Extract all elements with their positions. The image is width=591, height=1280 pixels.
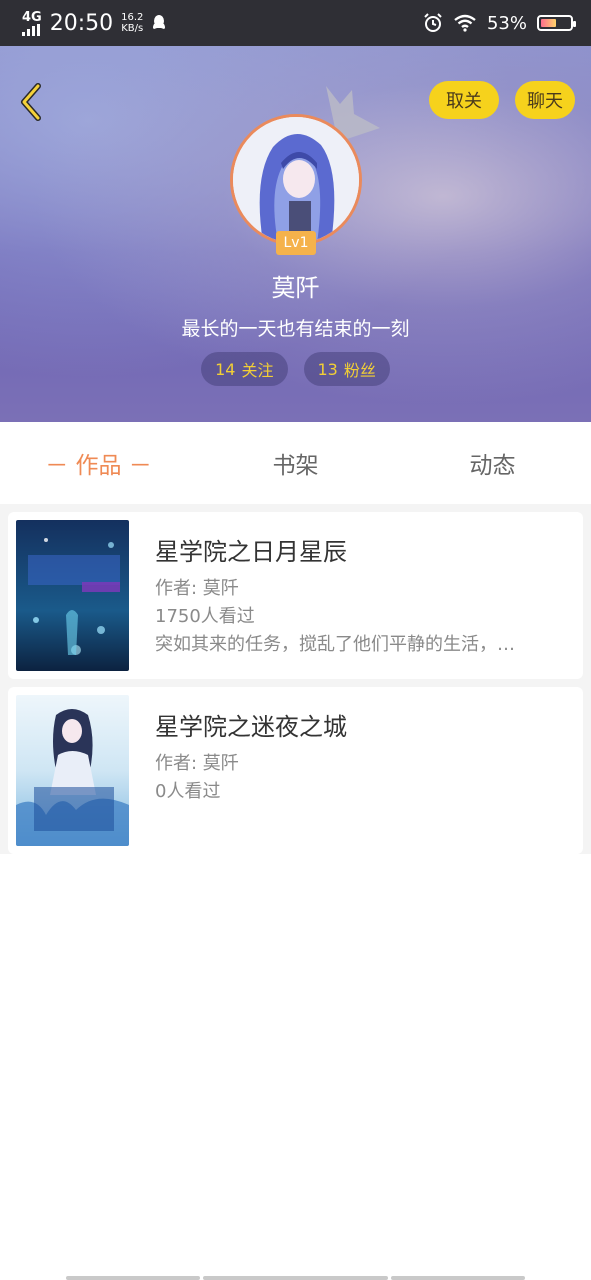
works-list: 星学院之日月星辰 作者: 莫阡 1750人看过 突如其来的任务，搅乱了他们平静的… xyxy=(0,504,591,854)
status-left: 4G 20:50 16.2 KB/s xyxy=(22,11,167,36)
book-info: 星学院之日月星辰 作者: 莫阡 1750人看过 突如其来的任务，搅乱了他们平静的… xyxy=(155,532,561,659)
list-item[interactable]: 星学院之迷夜之城 作者: 莫阡 0人看过 xyxy=(8,687,583,854)
username: 莫阡 xyxy=(271,274,320,302)
scroll-indicator xyxy=(203,1276,388,1280)
network-speed: 16.2 KB/s xyxy=(121,12,143,34)
avatar-image xyxy=(233,117,359,243)
book-cover xyxy=(16,695,129,846)
book-title: 星学院之迷夜之城 xyxy=(155,713,347,741)
scroll-indicator xyxy=(391,1276,525,1280)
status-bar: 4G 20:50 16.2 KB/s 53% xyxy=(0,0,591,46)
battery-percent: 53% xyxy=(486,12,527,34)
tab-works[interactable]: － 作品 － xyxy=(0,446,197,480)
qq-icon xyxy=(153,15,166,29)
tab-activity[interactable]: 动态 xyxy=(394,446,591,480)
fans-count: 13 xyxy=(317,359,338,379)
user-signature: 最长的一天也有结束的一刻 xyxy=(181,318,410,340)
book-author: 作者: 莫阡 xyxy=(155,753,239,774)
level-badge: Lv1 xyxy=(276,231,316,255)
battery-icon xyxy=(537,15,576,31)
book-views: 1750人看过 xyxy=(155,606,255,627)
battery-level xyxy=(541,19,556,27)
book-author: 作者: 莫阡 xyxy=(155,578,239,599)
book-summary: 突如其来的任务，搅乱了他们平静的生活，… xyxy=(155,634,515,655)
alarm-icon xyxy=(424,13,442,32)
unfollow-button[interactable]: 取关 xyxy=(429,81,499,119)
tab-bookshelf[interactable]: 书架 xyxy=(197,446,394,480)
list-item[interactable]: 星学院之日月星辰 作者: 莫阡 1750人看过 突如其来的任务，搅乱了他们平静的… xyxy=(8,512,583,679)
user-stats: 14 关注 13 粉丝 xyxy=(0,352,591,386)
book-views: 0人看过 xyxy=(155,781,221,802)
profile-page: 4G 20:50 16.2 KB/s 53% 取关 聊天 Lv1 莫阡 最长的一… xyxy=(0,0,591,1280)
signal-icon: 4G xyxy=(22,11,42,36)
avatar[interactable] xyxy=(230,114,362,246)
back-arrow-icon[interactable] xyxy=(14,80,48,124)
profile-header: 取关 聊天 Lv1 莫阡 最长的一天也有结束的一刻 14 关注 13 粉丝 xyxy=(0,46,591,422)
book-info: 星学院之迷夜之城 作者: 莫阡 0人看过 xyxy=(155,707,561,806)
chat-button[interactable]: 聊天 xyxy=(515,81,575,119)
profile-tabs: － 作品 － 书架 动态 xyxy=(0,422,591,504)
scroll-indicator xyxy=(66,1276,200,1280)
following-count: 14 xyxy=(215,359,236,379)
fans-label: 粉丝 xyxy=(343,361,376,380)
following-label: 关注 xyxy=(241,361,274,380)
clock: 20:50 xyxy=(49,10,114,36)
speed-value: 16.2 xyxy=(121,12,144,23)
book-title: 星学院之日月星辰 xyxy=(155,538,347,566)
wifi-icon xyxy=(454,14,476,32)
status-right: 53% xyxy=(423,12,576,34)
following-count-button[interactable]: 14 关注 xyxy=(201,352,288,386)
book-cover xyxy=(16,520,129,671)
fans-count-button[interactable]: 13 粉丝 xyxy=(303,352,390,386)
network-label: 4G xyxy=(22,9,42,25)
empty-area xyxy=(0,854,591,1280)
speed-unit: KB/s xyxy=(121,23,144,34)
